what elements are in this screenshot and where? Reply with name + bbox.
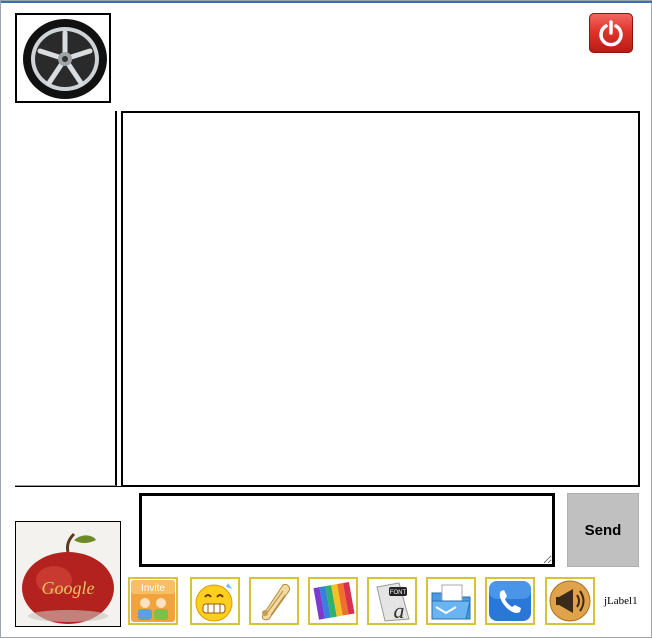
message-input[interactable] — [139, 493, 555, 567]
phone-icon — [489, 581, 531, 621]
scroll-button[interactable] — [249, 577, 299, 625]
invite-icon: Invite — [131, 580, 175, 622]
contacts-panel[interactable] — [15, 111, 117, 486]
folder-icon — [431, 584, 471, 620]
window-top-edge — [1, 1, 652, 3]
broadcast-button[interactable] — [545, 577, 595, 625]
call-button[interactable] — [485, 577, 535, 625]
panel-divider — [15, 486, 637, 487]
file-transfer-button[interactable] — [426, 577, 476, 625]
wheel-image — [17, 15, 109, 101]
font-letter: a — [394, 598, 405, 623]
apple-image: Google — [16, 522, 120, 626]
invite-button[interactable]: Invite — [128, 577, 178, 625]
status-label: jLabel1 — [604, 595, 638, 607]
scroll-icon — [262, 584, 290, 621]
megaphone-icon — [549, 580, 591, 622]
power-button[interactable] — [589, 13, 633, 53]
font-button[interactable]: FONT a — [367, 577, 417, 625]
emoticon-icon — [195, 583, 233, 622]
power-icon — [599, 20, 623, 47]
chat-window: Google Send Invite FONT a jLabel1 — [0, 0, 652, 638]
invite-label: Invite — [141, 583, 165, 594]
font-badge-text: FONT — [390, 590, 407, 596]
color-palette-icon — [313, 581, 355, 620]
my-avatar-apple: Google — [15, 521, 121, 627]
apple-google-text: Google — [42, 578, 95, 598]
send-button[interactable]: Send — [567, 493, 639, 567]
emoticon-button[interactable] — [190, 577, 240, 625]
contact-avatar-wheel — [15, 13, 111, 103]
color-palette-button[interactable] — [308, 577, 358, 625]
chat-history-area[interactable] — [121, 111, 640, 487]
font-icon: FONT a — [376, 582, 410, 623]
